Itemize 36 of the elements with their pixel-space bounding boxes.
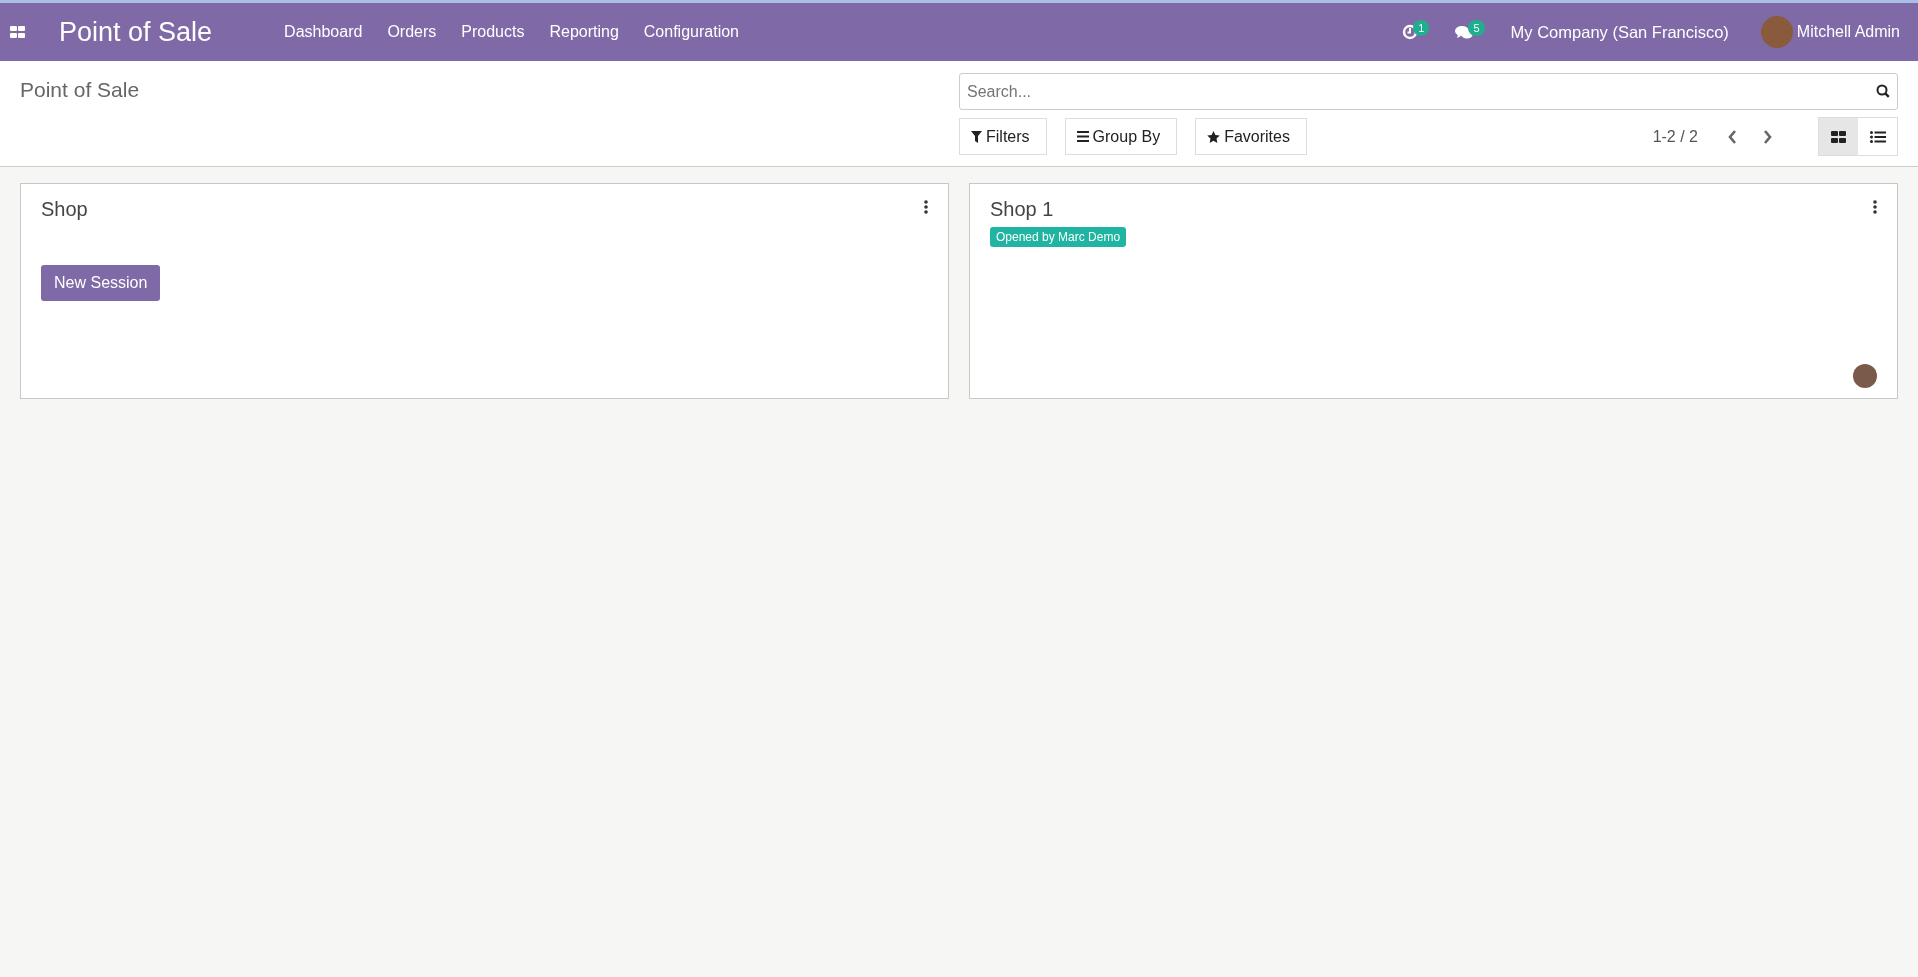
group-by-button[interactable]: Group By: [1064, 118, 1178, 155]
more-options-icon[interactable]: [1873, 200, 1877, 214]
user-name: Mitchell Admin: [1796, 23, 1900, 41]
app-title[interactable]: Point of Sale: [59, 16, 213, 48]
more-options-icon[interactable]: [924, 200, 928, 214]
grid-icon: [1831, 130, 1846, 143]
breadcrumb: Point of Sale: [20, 78, 140, 101]
activity-count: 1: [1413, 20, 1430, 36]
user-avatar: [1760, 16, 1793, 48]
filters-button[interactable]: Filters: [959, 118, 1047, 155]
menu-lines-icon: [1076, 131, 1089, 142]
list-icon: [1869, 130, 1886, 143]
pager-value: 1-2 / 2: [1652, 127, 1698, 146]
message-count: 5: [1468, 20, 1485, 36]
user-menu[interactable]: Mitchell Admin: [1760, 16, 1900, 48]
user-avatar: [1853, 364, 1877, 388]
apps-menu-icon[interactable]: [10, 26, 26, 38]
filter-icon: [971, 130, 982, 143]
favorites-button[interactable]: Favorites: [1195, 118, 1307, 155]
chevron-right-icon: [1763, 129, 1772, 144]
menu-item[interactable]: Reporting: [549, 23, 619, 41]
menu-item[interactable]: Dashboard: [284, 23, 363, 41]
kanban-view-button[interactable]: [1819, 118, 1858, 155]
card-title: Shop: [41, 198, 88, 221]
company-switcher[interactable]: My Company (San Francisco): [1510, 22, 1729, 42]
clock-icon: [1402, 24, 1419, 40]
menu-item[interactable]: Orders: [387, 23, 437, 41]
chevron-left-icon: [1728, 129, 1737, 144]
menu-item[interactable]: Products: [461, 23, 525, 41]
session-status-badge: Opened by Marc Demo: [990, 227, 1127, 247]
star-icon: [1207, 130, 1221, 143]
menu-item[interactable]: Configuration: [643, 23, 739, 41]
search-field[interactable]: Search...: [959, 73, 1898, 110]
new-session-button[interactable]: New Session: [41, 265, 161, 301]
search-icon: [1876, 84, 1890, 98]
card-title: Shop 1: [990, 198, 1054, 221]
